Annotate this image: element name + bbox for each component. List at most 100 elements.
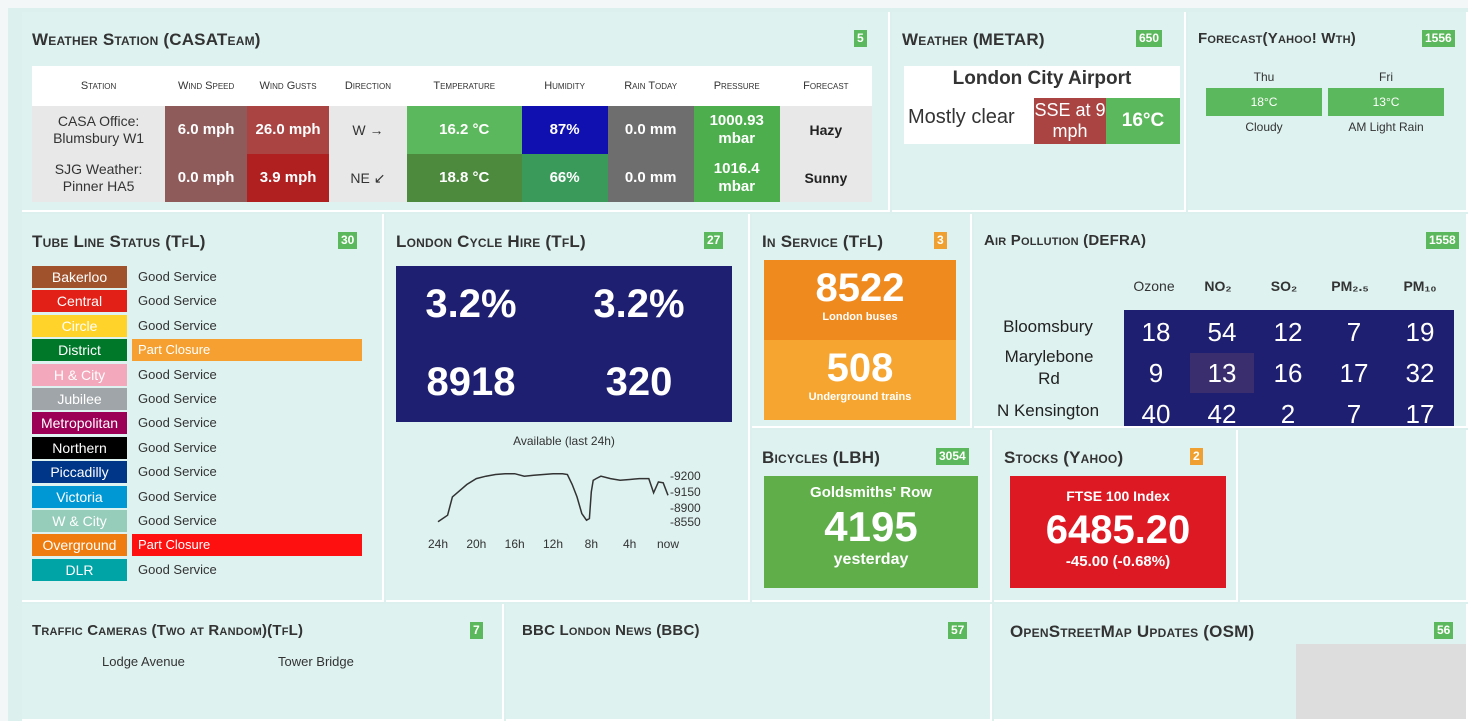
osm-updates-panel: OpenStreetMap Updates (OSM) 56 — [994, 604, 1468, 721]
stock-box: FTSE 100 Index 6485.20 -45.00 (-0.68%) — [1010, 476, 1226, 588]
panel-title: BBC London News (BBC) — [522, 622, 700, 639]
tube-line-row: Northern Good Service — [32, 436, 362, 459]
camera-label: Lodge Avenue — [102, 654, 185, 669]
count-badge: 650 — [1136, 30, 1163, 47]
pressure: 1016.4 mbar — [693, 154, 780, 202]
pollution-grid: 18 54 12 7 19 9 13 16 17 32 40 42 2 7 17 — [1124, 310, 1454, 428]
pollution-value: 54 — [1207, 317, 1237, 347]
tube-line-name: Circle — [32, 314, 127, 337]
count-badge: 1556 — [1422, 30, 1455, 47]
tube-line-row: W & City Good Service — [32, 510, 362, 532]
sky-condition: Mostly clear — [908, 106, 1015, 128]
forecast-day: Fri — [1379, 70, 1393, 84]
tube-line-status: Good Service — [138, 464, 217, 480]
x-tick-label: 4h — [623, 537, 636, 551]
pressure: 1000.93 mbar — [693, 106, 780, 154]
pollution-value: 2 — [1280, 399, 1296, 428]
buses-count: 8522 — [815, 266, 905, 310]
tube-line-status: Part Closure — [132, 534, 362, 557]
site-name: Bloomsbury — [1003, 317, 1093, 336]
pollution-value: 7 — [1346, 399, 1362, 428]
wind-gusts: 3.9 mph — [247, 154, 330, 202]
tube-line-status: Good Service — [138, 317, 217, 333]
tube-line-row: Bakerloo Good Service — [32, 266, 362, 288]
tube-line-name: W & City — [32, 510, 127, 532]
col-header: Humidity — [521, 66, 608, 106]
site-name: Marylebone Rd — [1004, 347, 1094, 388]
tube-line-row: DLR Good Service — [32, 558, 362, 581]
bbc-news-panel: BBC London News (BBC) 57 — [506, 604, 992, 721]
col-header: PM₂.₅ — [1331, 278, 1369, 294]
metar-panel: Weather (METAR) 650 London City Airport … — [892, 12, 1186, 212]
tube-line-name: Metropolitan — [32, 412, 127, 435]
temperature: 16°C — [1106, 98, 1180, 144]
panel-title: London Cycle Hire (TfL) — [396, 232, 586, 251]
pollution-value: 13 — [1190, 353, 1254, 393]
tube-line-status: Good Service — [138, 439, 217, 455]
rain-today: 0.0 mm — [607, 106, 694, 154]
forecast: Sunny — [779, 154, 872, 202]
count-badge: 56 — [1434, 622, 1454, 639]
pollution-value: 7 — [1346, 317, 1362, 347]
forecast-temp: 18°C — [1206, 88, 1322, 116]
tube-line-status: Good Service — [138, 391, 217, 406]
x-tick-label: 12h — [543, 537, 563, 551]
station-name: SJG Weather: Pinner HA5 — [32, 154, 166, 202]
wind-speed: 6.0 mph — [165, 106, 248, 154]
panel-title: Weather Station (CASATeam) — [32, 30, 261, 49]
tube-line-status: Good Service — [138, 415, 217, 431]
counter-period: yesterday — [833, 551, 909, 568]
pollution-value: 42 — [1207, 399, 1237, 428]
col-header: Temperature — [406, 66, 522, 106]
tube-line-name: Central — [32, 290, 127, 313]
docks-count: 320 — [605, 360, 673, 404]
table-row: CASA Office: Blumsbury W1 6.0 mph 26.0 m… — [32, 106, 872, 154]
site-name: N Kensington — [996, 401, 1100, 420]
panel-title: Tube Line Status (TfL) — [32, 232, 206, 251]
y-tick-label: -9150 — [670, 485, 701, 499]
tube-line-name: District — [32, 339, 127, 362]
wind-gusts: 26.0 mph — [247, 106, 330, 154]
wind-direction: NE ↙ — [329, 154, 407, 202]
x-tick-label: 20h — [466, 537, 486, 551]
cycle-stats-box: 3.2% 3.2% 8918 320 — [396, 266, 732, 422]
index-change: -45.00 (-0.68%) — [1065, 553, 1171, 570]
col-header: Rain Today — [607, 66, 694, 106]
wind-direction: W → — [329, 106, 407, 154]
buses-box: 8522 London buses — [764, 260, 956, 340]
tube-line-status: Good Service — [138, 488, 217, 504]
count-badge: 1558 — [1426, 232, 1459, 249]
count-badge: 3054 — [936, 448, 969, 465]
panel-title: Bicycles (LBH) — [762, 448, 881, 467]
bikes-count: 8918 — [426, 360, 516, 404]
panel-title: Traffic Cameras (Two at Random)(TfL) — [32, 622, 304, 639]
tube-status-panel: Tube Line Status (TfL) 30 Bakerloo Good S… — [22, 214, 384, 602]
counter-location: Goldsmiths' Row — [810, 484, 932, 501]
count-badge: 3 — [934, 232, 947, 249]
temperature: 16.2 °C — [406, 106, 522, 154]
tube-line-status: Good Service — [138, 513, 217, 528]
tube-line-status: Good Service — [138, 366, 217, 382]
forecast-temp: 13°C — [1328, 88, 1444, 116]
trains-count: 508 — [826, 346, 894, 390]
pollution-value: 18 — [1141, 317, 1171, 347]
tube-line-status: Good Service — [138, 293, 217, 309]
x-tick-label: 24h — [428, 537, 448, 551]
tube-line-status: Good Service — [138, 269, 217, 284]
tube-line-name: Jubilee — [32, 388, 127, 410]
stocks-panel: Stocks (Yahoo) 2 FTSE 100 Index 6485.20 … — [994, 430, 1238, 602]
tube-line-row: H & City Good Service — [32, 363, 362, 386]
pollution-value: 40 — [1141, 399, 1171, 428]
col-header: SO₂ — [1270, 278, 1298, 294]
index-value: 6485.20 — [1045, 508, 1191, 552]
wind-speed: 0.0 mph — [165, 154, 248, 202]
col-header: Wind Speed — [165, 66, 248, 106]
count-badge: 2 — [1190, 448, 1203, 465]
tube-line-row: Victoria Good Service — [32, 485, 362, 508]
tube-line-row: Overground Part Closure — [32, 534, 362, 557]
col-header: Pressure — [693, 66, 780, 106]
pollution-value: 12 — [1273, 317, 1303, 347]
col-header: Station — [32, 66, 166, 106]
tube-line-row: Metropolitan Good Service — [32, 412, 362, 435]
y-tick-label: -8900 — [670, 501, 701, 515]
